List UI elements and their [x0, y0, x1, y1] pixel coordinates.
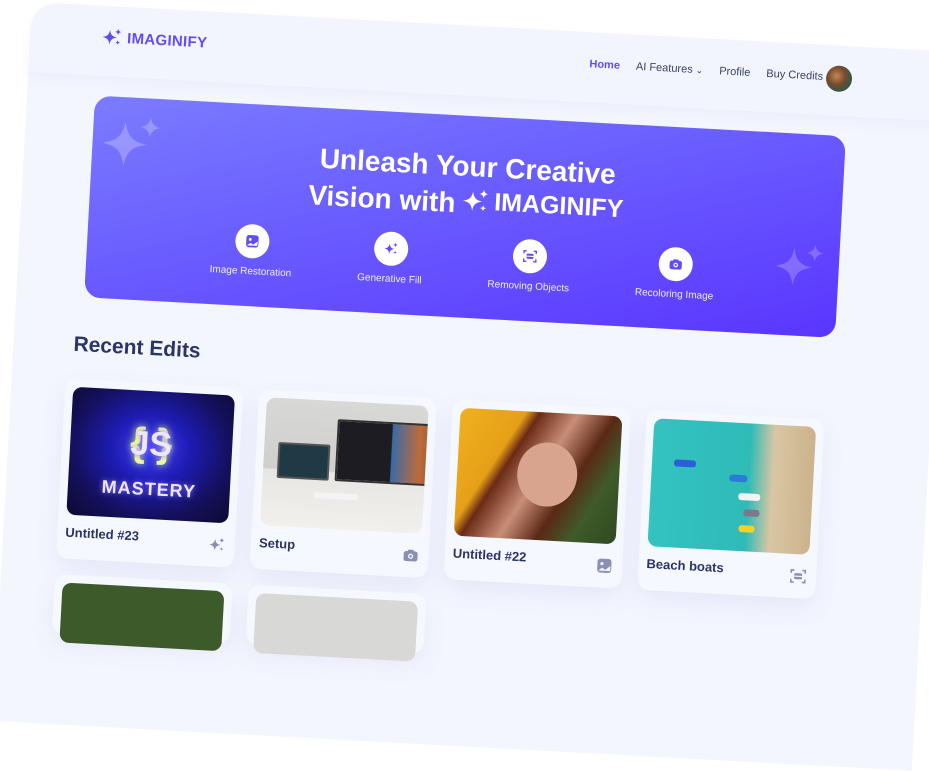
- edit-card[interactable]: Untitled #22: [443, 399, 631, 589]
- feature-icon-circle: [234, 223, 270, 260]
- edit-title: Beach boats: [646, 556, 725, 576]
- scan-icon: [789, 569, 807, 584]
- hero-brand: IMAGINIFY: [462, 184, 624, 227]
- edit-card[interactable]: { } JS MASTERY Untitled #23: [55, 378, 244, 568]
- nav-home[interactable]: Home: [589, 58, 620, 72]
- laptop-shape: [276, 441, 331, 481]
- nav-profile[interactable]: Profile: [719, 65, 751, 79]
- face-shape: [515, 440, 579, 509]
- edit-title: Setup: [258, 535, 296, 553]
- feature-icon-circle: [511, 238, 548, 275]
- edit-thumbnail: { } JS MASTERY: [66, 386, 236, 524]
- edit-title: Untitled #22: [452, 545, 527, 565]
- image-icon: [597, 558, 612, 573]
- app-page: IMAGINIFY Home AI Features ⌄ Profile Buy …: [0, 2, 929, 771]
- boat-shape: [729, 474, 748, 483]
- feature-removing-objects[interactable]: Removing Objects: [487, 237, 571, 294]
- feature-icon-circle: [373, 230, 409, 267]
- neon-mastery: MASTERY: [101, 476, 197, 502]
- feature-recoloring-image[interactable]: Recoloring Image: [635, 245, 716, 302]
- hero-brand-text: IMAGINIFY: [493, 188, 625, 224]
- chevron-down-icon: ⌄: [695, 64, 704, 76]
- sparkles-logo-icon: [102, 28, 122, 46]
- sparkles-icon: [463, 189, 489, 212]
- edit-card[interactable]: Beach boats: [637, 409, 825, 600]
- edit-card[interactable]: [51, 574, 233, 652]
- hero-title-line2: Vision with: [307, 179, 457, 219]
- camera-icon: [403, 549, 418, 562]
- nav-buy-credits[interactable]: Buy Credits: [766, 68, 823, 83]
- edit-thumbnail: [59, 582, 225, 652]
- logo[interactable]: IMAGINIFY: [102, 28, 208, 52]
- scan-icon: [522, 249, 538, 263]
- feature-generative-fill[interactable]: Generative Fill: [357, 230, 424, 286]
- camera-icon: [669, 259, 682, 270]
- edit-thumbnail: [260, 397, 429, 534]
- feature-image-restoration[interactable]: Image Restoration: [209, 222, 293, 279]
- recent-edits-row-2: [51, 574, 427, 662]
- stars-icon: [208, 537, 225, 552]
- user-avatar[interactable]: [825, 65, 853, 93]
- boat-shape: [738, 492, 761, 502]
- image-icon: [245, 234, 259, 248]
- edit-thumbnail: [253, 592, 419, 662]
- nav-ai-features-label: AI Features: [635, 60, 694, 76]
- edit-card[interactable]: [245, 584, 427, 662]
- stars-icon: [384, 242, 398, 255]
- main-nav: Home AI Features ⌄ Profile Buy Credits: [589, 58, 823, 83]
- feature-label: Removing Objects: [487, 279, 570, 295]
- boat-shape: [673, 459, 697, 468]
- boat-shape: [743, 509, 760, 518]
- edit-thumbnail: [647, 418, 817, 555]
- feature-label: Image Restoration: [209, 264, 292, 280]
- feature-icon-circle: [657, 246, 694, 283]
- nav-ai-features[interactable]: AI Features ⌄: [636, 61, 704, 77]
- feature-label: Recoloring Image: [634, 287, 714, 303]
- keyboard-shape: [313, 491, 358, 501]
- monitor-shape: [334, 419, 429, 487]
- recent-edits-heading: Recent Edits: [72, 332, 202, 363]
- edit-card[interactable]: Setup: [249, 388, 438, 579]
- recent-edits-grid: { } JS MASTERY Untitled #23 Setup Untitl…: [55, 378, 825, 600]
- edit-thumbnail: [453, 407, 623, 545]
- feature-label: Generative Fill: [356, 271, 422, 287]
- boat-shape: [738, 524, 755, 533]
- hero-banner: Unleash Your Creative Vision with IMAGIN…: [84, 95, 846, 338]
- logo-text: IMAGINIFY: [126, 29, 208, 52]
- edit-title: Untitled #23: [64, 524, 140, 544]
